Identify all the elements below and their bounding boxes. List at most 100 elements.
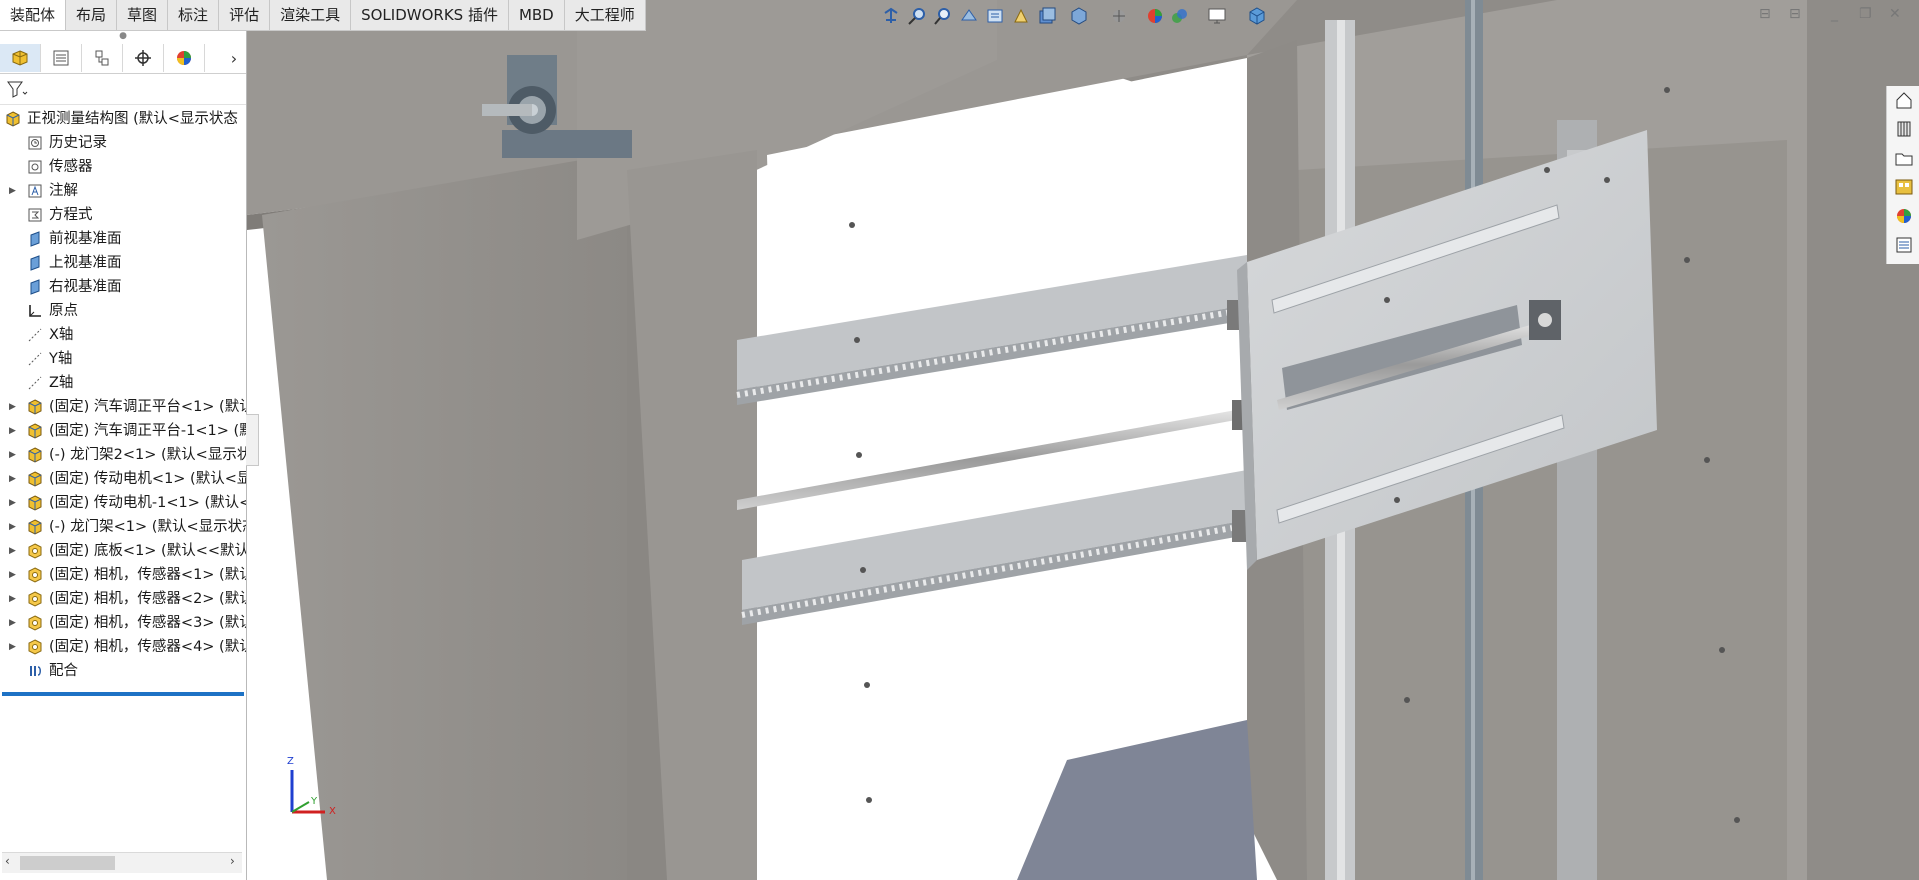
tree-item[interactable]: Y轴 — [0, 347, 246, 371]
triad-z-label: Z — [287, 756, 294, 767]
tree-item-label: (-) 龙门架<1> (默认<显示状态 — [49, 519, 246, 535]
tree-item-label: 原点 — [49, 303, 78, 319]
expand-arrow-icon[interactable]: ▶ — [9, 611, 16, 635]
custom-properties-icon[interactable] — [1894, 235, 1914, 255]
expand-arrow-icon[interactable]: ▶ — [9, 539, 16, 563]
tree-item[interactable]: ▶ (固定) 相机，传感器<2> (默认 — [0, 587, 246, 611]
tree-item[interactable]: ▶ (固定) 相机，传感器<3> (默认 — [0, 611, 246, 635]
tree-item[interactable]: ▶ (固定) 汽车调正平台-1<1> (默 — [0, 419, 246, 443]
configurationmanager-icon[interactable] — [82, 44, 123, 72]
minimize-icon[interactable]: _ — [1831, 6, 1838, 22]
section-view-icon[interactable] — [959, 6, 979, 26]
view-settings-icon[interactable] — [1169, 6, 1189, 26]
tree-item[interactable]: 历史记录 — [0, 131, 246, 155]
tree-item-label: 方程式 — [49, 207, 93, 223]
part-icon — [27, 567, 43, 583]
expand-arrow-icon[interactable]: ▶ — [9, 635, 16, 659]
view-cube-icon[interactable] — [1247, 6, 1267, 26]
feature-manager-panel: ● › 正视测量结构图 (默认<显示状态历史记录 传感器 ▶ 注解方程式前视基准面 上视… — [0, 30, 247, 880]
history-icon — [27, 135, 43, 151]
tree-item[interactable]: ▶ (固定) 相机，传感器<4> (默认 — [0, 635, 246, 659]
propertymanager-icon[interactable] — [41, 44, 82, 72]
tab-evaluate[interactable]: 评估 — [219, 0, 271, 30]
tree-item[interactable]: ▶ (-) 龙门架<1> (默认<显示状态 — [0, 515, 246, 539]
edit-appearance-icon[interactable] — [1109, 6, 1129, 26]
rollback-bar[interactable] — [2, 692, 244, 696]
close-icon[interactable]: ✕ — [1889, 6, 1901, 22]
display-style-icon[interactable] — [1037, 6, 1057, 26]
expand-arrow-icon[interactable]: ▶ — [9, 443, 16, 467]
tree-root[interactable]: 正视测量结构图 (默认<显示状态 — [0, 107, 246, 131]
sensor-icon — [27, 159, 43, 175]
expand-arrow-icon[interactable]: ▶ — [9, 563, 16, 587]
tile-right-icon[interactable]: ⊟ — [1789, 6, 1801, 22]
displaymanager-icon[interactable] — [164, 44, 205, 72]
apply-scene-icon[interactable] — [1145, 6, 1165, 26]
expand-arrow-icon[interactable]: ▶ — [9, 587, 16, 611]
triad-y-label: Y — [311, 796, 318, 807]
view-palette-icon[interactable] — [1894, 177, 1914, 197]
panel-grip[interactable]: ● — [0, 30, 246, 43]
dynamic-annotation-icon[interactable] — [985, 6, 1005, 26]
dimxpert-icon[interactable] — [123, 44, 164, 72]
tree-item[interactable]: 传感器 — [0, 155, 246, 179]
tab-mbd[interactable]: MBD — [509, 0, 565, 30]
design-library-icon[interactable] — [1894, 119, 1914, 139]
tree-item-label: 正视测量结构图 (默认<显示状态 — [27, 111, 238, 127]
previous-view-icon[interactable] — [933, 6, 953, 26]
assembly-icon — [27, 495, 43, 511]
tree-item[interactable]: 前视基准面 — [0, 227, 246, 251]
filter-icon[interactable] — [6, 79, 28, 99]
scroll-left-icon[interactable]: ‹ — [5, 854, 10, 868]
expand-arrow-icon[interactable]: ▶ — [9, 395, 16, 419]
zoom-to-area-icon[interactable] — [907, 6, 927, 26]
tree-item[interactable]: ▶ (固定) 相机，传感器<1> (默认 — [0, 563, 246, 587]
assembly-icon — [27, 423, 43, 439]
tree-item[interactable]: 配合 — [0, 659, 246, 683]
tree-item[interactable]: ▶ (固定) 传动电机<1> (默认<显 — [0, 467, 246, 491]
tab-assembly[interactable]: 装配体 — [0, 0, 67, 30]
view-orientation-icon[interactable] — [1011, 6, 1031, 26]
tree-item[interactable]: Z轴 — [0, 371, 246, 395]
tree-item[interactable]: ▶ 注解 — [0, 179, 246, 203]
expand-arrow-icon[interactable]: ▶ — [9, 467, 16, 491]
expand-arrow-icon[interactable]: ▶ — [9, 179, 16, 203]
appearances-icon[interactable] — [1894, 206, 1914, 226]
tab-engineer[interactable]: 大工程师 — [565, 0, 646, 30]
tab-sketch[interactable]: 草图 — [117, 0, 169, 30]
tile-left-icon[interactable]: ⊟ — [1759, 6, 1771, 22]
display-icon[interactable] — [1207, 6, 1227, 26]
tree-item-label: Z轴 — [49, 375, 74, 391]
tree-item[interactable]: ▶ (-) 龙门架2<1> (默认<显示状 — [0, 443, 246, 467]
scroll-thumb[interactable] — [20, 856, 115, 870]
expand-arrow-icon[interactable]: ▶ — [9, 515, 16, 539]
tree-item[interactable]: 右视基准面 — [0, 275, 246, 299]
zoom-to-fit-icon[interactable] — [881, 6, 901, 26]
restore-icon[interactable]: ❐ — [1859, 6, 1872, 22]
file-explorer-icon[interactable] — [1894, 148, 1914, 168]
tab-layout[interactable]: 布局 — [66, 0, 118, 30]
tab-render-tools[interactable]: 渲染工具 — [270, 0, 352, 30]
tree-item[interactable]: X轴 — [0, 323, 246, 347]
task-pane — [1886, 86, 1919, 264]
featuremanager-icon[interactable] — [0, 44, 41, 72]
home-icon[interactable] — [1894, 90, 1914, 110]
graphics-viewport[interactable]: Z Y X — [247, 0, 1919, 880]
panel-horizontal-scrollbar[interactable]: ‹ › — [2, 852, 242, 873]
tree-item[interactable]: ▶ (固定) 底板<1> (默认<<默认 — [0, 539, 246, 563]
tree-filter[interactable] — [0, 74, 246, 105]
tree-item[interactable]: 方程式 — [0, 203, 246, 227]
tree-item[interactable]: ▶ (固定) 汽车调正平台<1> (默认 — [0, 395, 246, 419]
tab-solidworks-addins[interactable]: SOLIDWORKS 插件 — [351, 0, 509, 30]
tree-item[interactable]: ▶ (固定) 传动电机-1<1> (默认< — [0, 491, 246, 515]
panel-collapse-handle[interactable] — [246, 414, 259, 466]
expand-arrow-icon[interactable]: ▶ — [9, 491, 16, 515]
tree-item[interactable]: 上视基准面 — [0, 251, 246, 275]
panel-tabs-more-icon[interactable]: › — [222, 49, 246, 68]
tab-markup[interactable]: 标注 — [168, 0, 220, 30]
expand-arrow-icon[interactable]: ▶ — [9, 419, 16, 443]
tree-item[interactable]: 原点 — [0, 299, 246, 323]
tree-item-label: (固定) 相机，传感器<4> (默认 — [49, 639, 246, 655]
scroll-right-icon[interactable]: › — [230, 854, 235, 868]
hide-show-icon[interactable] — [1069, 6, 1089, 26]
